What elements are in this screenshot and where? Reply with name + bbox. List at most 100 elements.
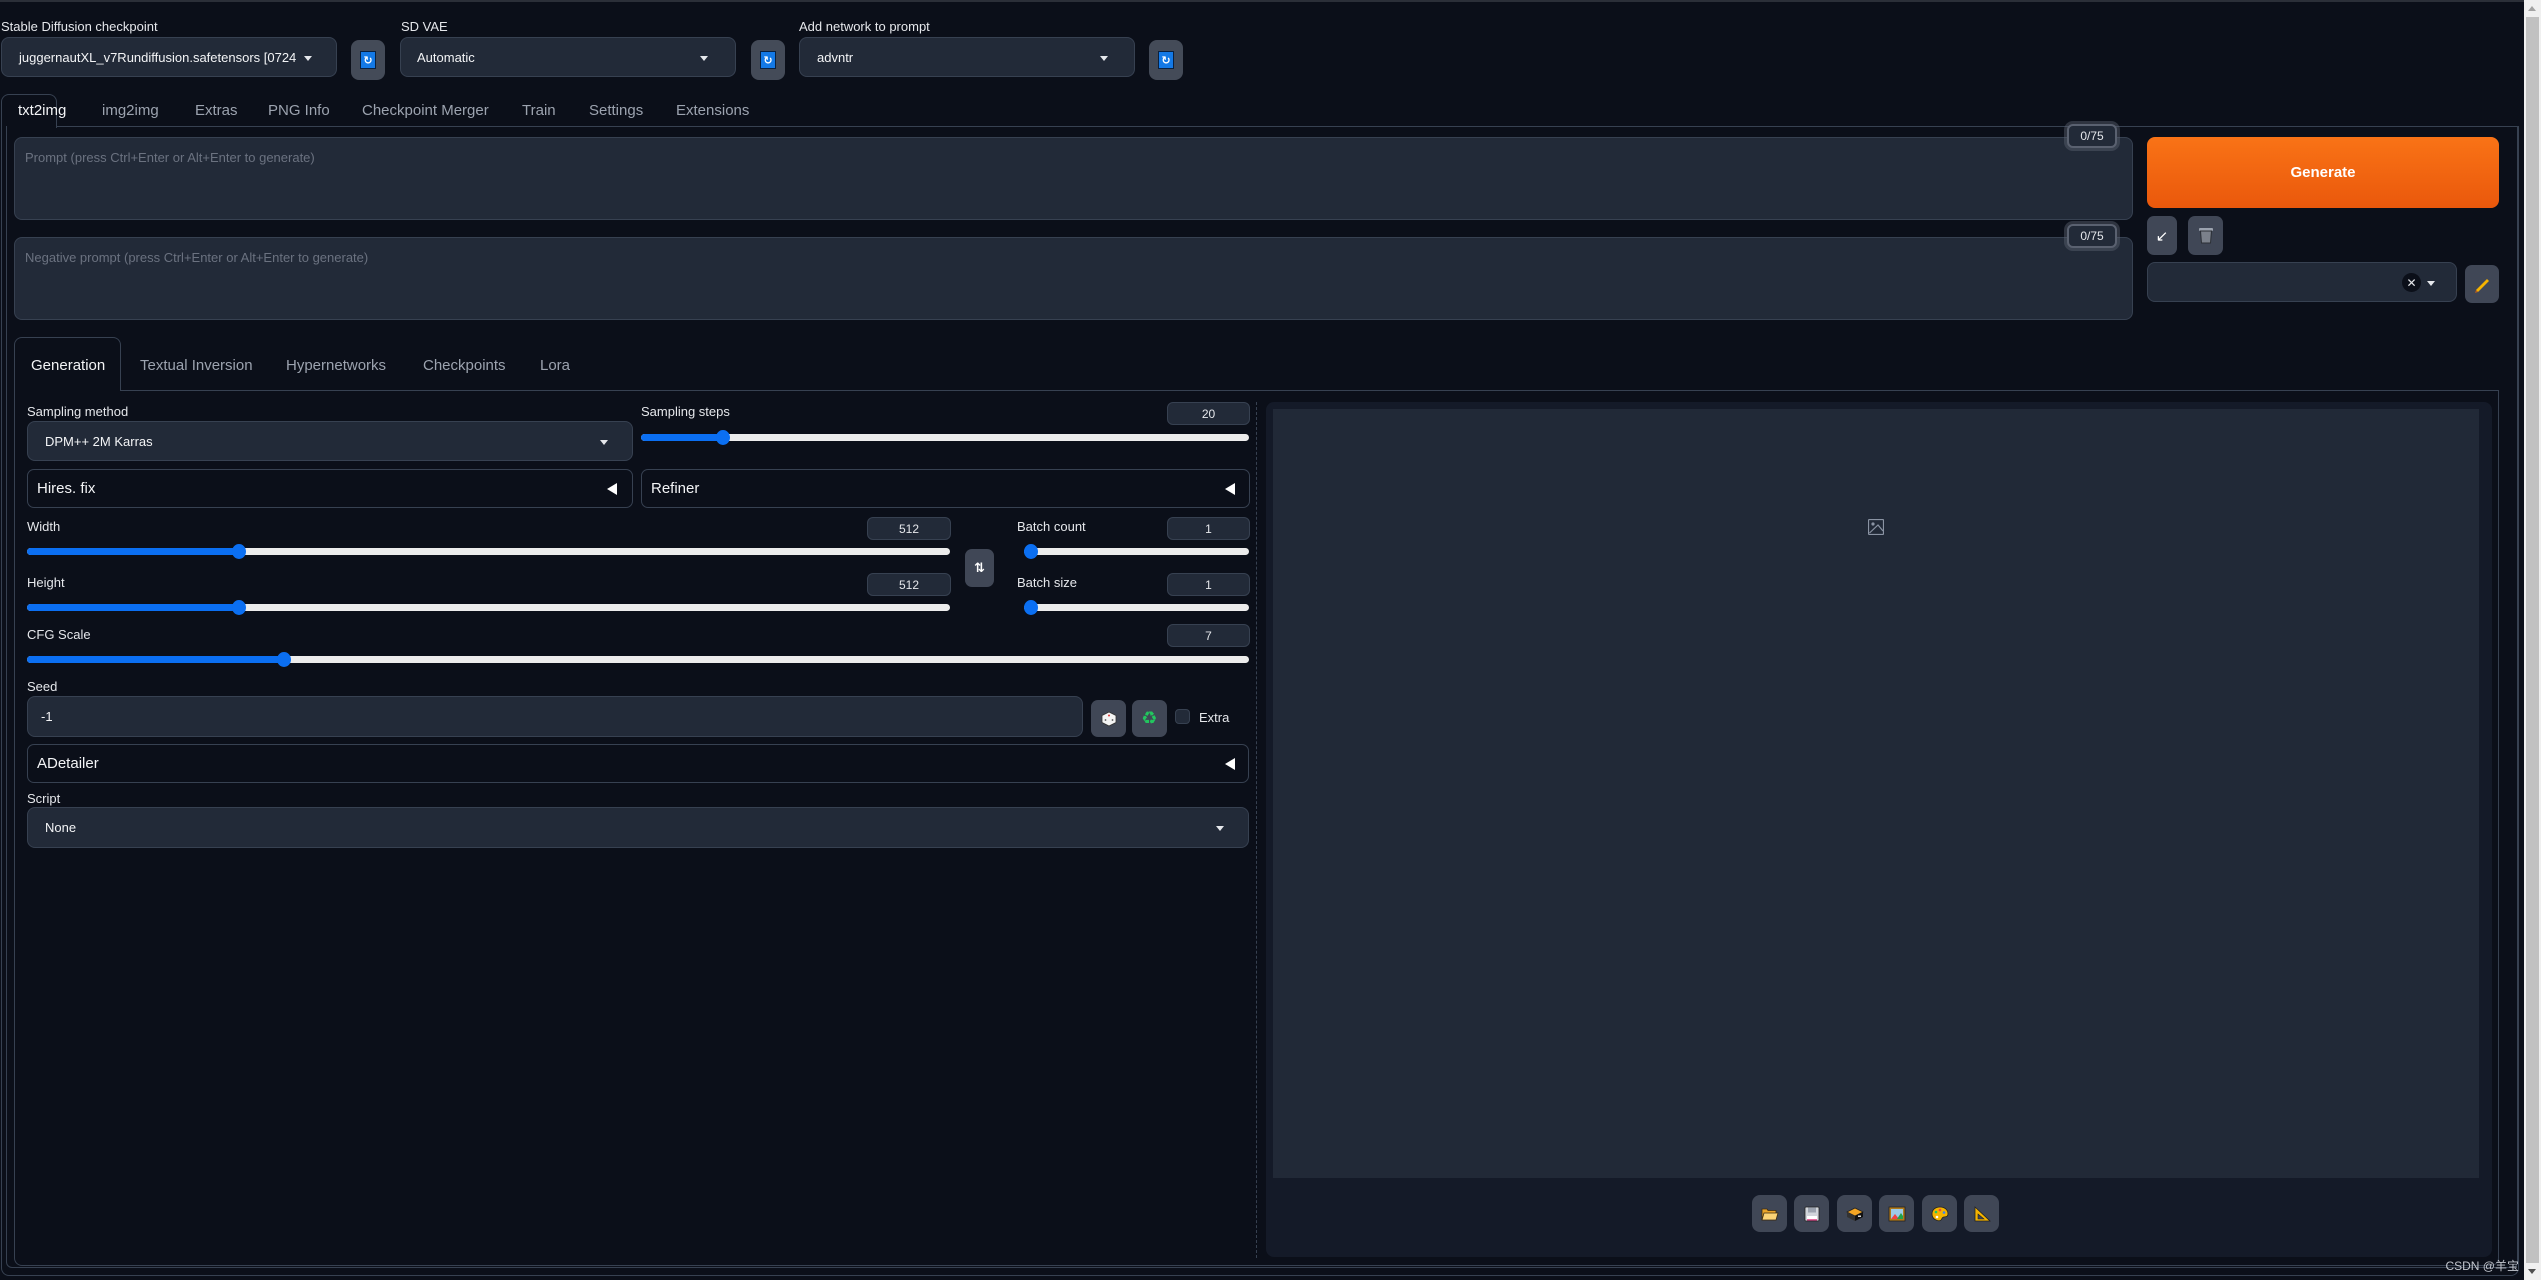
- archive-box-icon: [1845, 1207, 1864, 1221]
- vae-refresh-button[interactable]: ↻: [751, 40, 785, 80]
- batch-size-slider[interactable]: [1024, 600, 1249, 615]
- framed-picture-icon: [1888, 1206, 1905, 1221]
- tab-png-info[interactable]: PNG Info: [268, 102, 330, 119]
- scrollbar-thumb[interactable]: [2526, 17, 2539, 1263]
- batch-count-input[interactable]: 1: [1167, 517, 1250, 540]
- hires-fix-label: Hires. fix: [37, 480, 96, 497]
- image-icon: [1867, 518, 1885, 538]
- slider-thumb[interactable]: [232, 600, 246, 615]
- edit-styles-button[interactable]: [2465, 265, 2499, 303]
- recycle-icon: ♻: [1141, 708, 1158, 728]
- sampling-steps-label: Sampling steps: [641, 404, 730, 419]
- tab-train[interactable]: Train: [522, 102, 556, 119]
- height-slider[interactable]: [27, 600, 950, 615]
- refiner-label: Refiner: [651, 480, 700, 497]
- column-divider: [1256, 402, 1257, 1258]
- hires-fix-accordion[interactable]: Hires. fix: [27, 469, 633, 508]
- cfg-scale-input[interactable]: 7: [1167, 624, 1250, 647]
- checkpoint-refresh-button[interactable]: ↻: [351, 40, 385, 80]
- scroll-down-icon[interactable]: [2528, 1269, 2536, 1274]
- cfg-scale-slider[interactable]: [27, 652, 1249, 667]
- width-input[interactable]: 512: [867, 517, 951, 540]
- swap-dimensions-button[interactable]: ⇅: [965, 549, 994, 587]
- slider-thumb[interactable]: [1024, 544, 1038, 559]
- tab-checkpoint-merger[interactable]: Checkpoint Merger: [362, 102, 489, 119]
- dice-icon: [1101, 711, 1116, 726]
- random-seed-button[interactable]: [1091, 700, 1126, 737]
- prompt-input[interactable]: Prompt (press Ctrl+Enter or Alt+Enter to…: [14, 137, 2133, 220]
- generate-button[interactable]: Generate: [2147, 137, 2499, 208]
- checkpoint-label: Stable Diffusion checkpoint: [1, 19, 158, 34]
- palette-icon: [1931, 1206, 1948, 1221]
- network-refresh-button[interactable]: ↻: [1149, 40, 1183, 80]
- triangle-ruler-icon: [1974, 1205, 1991, 1221]
- refiner-accordion[interactable]: Refiner: [641, 469, 1250, 508]
- refresh-icon: ↻: [1158, 51, 1174, 69]
- batch-size-input[interactable]: 1: [1167, 573, 1250, 596]
- slider-thumb[interactable]: [232, 544, 246, 559]
- chevron-down-icon: [304, 56, 312, 61]
- reuse-seed-button[interactable]: ♻: [1132, 700, 1167, 737]
- cfg-scale-label: CFG Scale: [27, 627, 91, 642]
- width-slider[interactable]: [27, 544, 950, 559]
- tab-settings[interactable]: Settings: [589, 102, 643, 119]
- arrow-down-left-icon: ↙: [2155, 227, 2169, 245]
- collapse-triangle-icon: [607, 483, 617, 495]
- batch-count-label: Batch count: [1017, 519, 1086, 534]
- send-to-img2img-button[interactable]: [1879, 1195, 1914, 1232]
- refresh-icon: ↻: [760, 51, 776, 69]
- send-to-inpaint-button[interactable]: [1922, 1195, 1957, 1232]
- slider-fill: [27, 656, 284, 663]
- script-label: Script: [27, 791, 61, 806]
- collapse-triangle-icon: [1225, 483, 1235, 495]
- network-value: advntr: [817, 49, 854, 65]
- sampling-method-label: Sampling method: [27, 404, 129, 419]
- slider-thumb[interactable]: [716, 430, 730, 445]
- read-params-button[interactable]: ↙: [2147, 216, 2177, 255]
- vae-dropdown[interactable]: Automatic: [400, 37, 736, 77]
- adetailer-accordion[interactable]: ADetailer: [27, 744, 1249, 783]
- clear-styles-icon[interactable]: ✕: [2402, 273, 2421, 292]
- checkpoint-dropdown[interactable]: juggernautXL_v7Rundiffusion.safetensors …: [1, 37, 337, 77]
- subtab-checkpoints[interactable]: Checkpoints: [423, 357, 506, 374]
- slider-thumb[interactable]: [1024, 600, 1038, 615]
- generate-label: Generate: [2290, 164, 2356, 181]
- send-to-extras-button[interactable]: [1964, 1195, 1999, 1232]
- seed-label: Seed: [27, 679, 58, 694]
- subtab-hypernetworks[interactable]: Hypernetworks: [286, 357, 386, 374]
- tab-extensions[interactable]: Extensions: [676, 102, 749, 119]
- extra-seed-checkbox[interactable]: [1175, 709, 1190, 724]
- checkpoint-value: juggernautXL_v7Rundiffusion.safetensors …: [19, 49, 297, 65]
- clear-prompt-button[interactable]: [2188, 216, 2223, 255]
- watermark: CSDN @羊宝: [2445, 1259, 2519, 1273]
- refresh-icon: ↻: [360, 51, 376, 69]
- seed-input[interactable]: -1: [27, 696, 1083, 737]
- sampling-steps-slider[interactable]: [641, 430, 1249, 445]
- tab-txt2img[interactable]: txt2img: [18, 102, 66, 119]
- slider-thumb[interactable]: [277, 652, 291, 667]
- network-dropdown[interactable]: advntr: [799, 37, 1135, 77]
- sampling-steps-input[interactable]: 20: [1167, 402, 1250, 425]
- swap-vertical-icon: ⇅: [974, 560, 985, 575]
- slider-fill: [641, 434, 723, 441]
- script-dropdown[interactable]: None: [27, 807, 1249, 848]
- zip-button[interactable]: [1837, 1195, 1872, 1232]
- tab-extras[interactable]: Extras: [195, 102, 238, 119]
- height-input[interactable]: 512: [867, 573, 951, 596]
- subtab-lora[interactable]: Lora: [540, 357, 570, 374]
- scroll-up-icon[interactable]: [2528, 6, 2536, 11]
- styles-dropdown[interactable]: ✕: [2147, 262, 2457, 302]
- negative-prompt-input[interactable]: Negative prompt (press Ctrl+Enter or Alt…: [14, 237, 2133, 320]
- prompt-placeholder: Prompt (press Ctrl+Enter or Alt+Enter to…: [25, 150, 315, 165]
- subtab-generation[interactable]: Generation: [31, 357, 105, 374]
- subtab-textual-inversion[interactable]: Textual Inversion: [140, 357, 253, 374]
- vae-value: Automatic: [417, 49, 475, 65]
- sampling-method-dropdown[interactable]: DPM++ 2M Karras: [27, 421, 633, 461]
- page-scrollbar[interactable]: [2524, 0, 2541, 1280]
- chevron-down-icon: [700, 56, 708, 61]
- batch-count-slider[interactable]: [1024, 544, 1249, 559]
- open-folder-button[interactable]: [1752, 1195, 1787, 1232]
- tab-img2img[interactable]: img2img: [102, 102, 159, 119]
- width-label: Width: [27, 519, 61, 534]
- save-button[interactable]: [1794, 1195, 1829, 1232]
